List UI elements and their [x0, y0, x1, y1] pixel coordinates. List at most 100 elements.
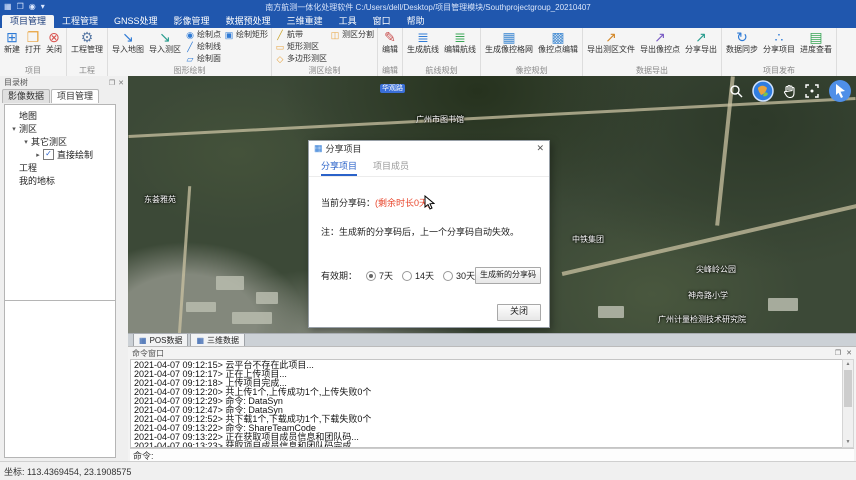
tree-item-my-landmarks[interactable]: 我的地标: [5, 174, 115, 187]
draw-rectangle-button[interactable]: ▣ 绘制矩形: [223, 29, 269, 41]
button-label: 数据同步: [726, 45, 758, 55]
close-panel-icon[interactable]: ✕: [118, 79, 124, 87]
export-gcp-button[interactable]: ↗ 导出像控点: [638, 29, 682, 55]
data-sync-icon: ↻: [736, 29, 748, 45]
scrollbar-thumb[interactable]: [844, 370, 852, 407]
flight-strip-button[interactable]: ╱ 航带: [274, 29, 328, 41]
sidebar-lower-panel: [4, 300, 116, 458]
generate-gcp-grid-button[interactable]: ▦ 生成像控格网: [483, 29, 535, 55]
command-input[interactable]: [154, 449, 851, 461]
share-project-button[interactable]: ∴ 分享项目: [761, 29, 797, 55]
progress-view-button[interactable]: ▤ 进度查看: [798, 29, 834, 55]
scroll-down-icon[interactable]: ▼: [843, 438, 853, 447]
tab-tools[interactable]: 工具: [331, 15, 365, 28]
tree-item-engineering[interactable]: 工程: [5, 161, 115, 174]
tree-item-label: 工程: [19, 161, 37, 174]
pan-hand-icon[interactable]: [783, 84, 796, 98]
scroll-up-icon[interactable]: ▲: [843, 360, 853, 369]
button-label: 生成像控格网: [485, 45, 533, 55]
tab-engineering-management[interactable]: 工程管理: [54, 15, 106, 28]
import-survey-area-button[interactable]: ↘ 导入测区: [147, 29, 183, 55]
tab-data-preprocessing[interactable]: 数据预处理: [218, 15, 279, 28]
generate-share-code-button[interactable]: 生成新的分享码: [475, 267, 541, 284]
data-sync-button[interactable]: ↻ 数据同步: [724, 29, 760, 55]
radio-label[interactable]: 14天: [415, 269, 434, 282]
edit-route-button[interactable]: ≣ 编辑航线: [442, 29, 478, 55]
dialog-tab-share-project[interactable]: 分享项目: [321, 159, 357, 176]
globe-icon[interactable]: [752, 80, 774, 102]
edit-route-icon: ≣: [454, 29, 466, 45]
float-panel-icon[interactable]: ❐: [835, 349, 841, 357]
draw-polygon-icon: ▱: [185, 53, 195, 65]
select-cursor-tool-icon[interactable]: [828, 79, 852, 103]
map-building: [768, 298, 798, 311]
chevron-right-icon[interactable]: ▸: [33, 151, 43, 159]
sidebar-tab-image-data[interactable]: 影像数据: [2, 89, 50, 103]
project-manage-icon: ⚙: [81, 29, 94, 45]
search-icon[interactable]: [729, 84, 743, 98]
command-window-title: 命令窗口: [132, 348, 164, 359]
survey-area-split-button[interactable]: ◫ 测区分割: [329, 29, 375, 41]
tab-window[interactable]: 窗口: [365, 15, 399, 28]
share-code-remaining: (剩余时长0天): [375, 198, 431, 208]
float-panel-icon[interactable]: ❐: [109, 79, 115, 87]
close-project-button[interactable]: ⊗ 关闭: [44, 29, 64, 55]
draw-polygon-button[interactable]: ▱ 绘制面: [184, 53, 222, 65]
tab-3d-reconstruction[interactable]: 三维重建: [279, 15, 331, 28]
polygon-survey-area-button[interactable]: ◇ 多边形测区: [274, 53, 328, 65]
generate-route-button[interactable]: ≣ 生成航线: [405, 29, 441, 55]
command-log: 2021-04-07 09:12:15> 云平台不存在此项目... 2021-0…: [130, 359, 843, 448]
export-survey-file-button[interactable]: ↗ 导出测区文件: [585, 29, 637, 55]
tree-item-label: 直接绘制: [57, 148, 93, 161]
button-label: 生成航线: [407, 45, 439, 55]
checkbox[interactable]: [43, 149, 54, 160]
rect-survey-area-button[interactable]: ▭ 矩形测区: [274, 41, 328, 53]
ribbon-toolbar: ⊞ 新建 ❐ 打开 ⊗ 关闭 项目 ⚙ 工程管理: [0, 28, 856, 77]
button-label: 绘制矩形: [236, 30, 268, 40]
tab-help[interactable]: 帮助: [399, 15, 433, 28]
dialog-tab-project-members[interactable]: 项目成员: [373, 159, 409, 176]
radio-14-days[interactable]: [402, 271, 412, 281]
tree-item-other-survey-area[interactable]: ▾ 其它测区: [17, 135, 115, 148]
project-manage-button[interactable]: ⚙ 工程管理: [69, 29, 105, 55]
close-icon[interactable]: ✕: [536, 143, 544, 154]
tree-item-direct-draw[interactable]: ▸ 直接绘制: [29, 148, 115, 161]
radio-label[interactable]: 7天: [379, 269, 393, 282]
log-scrollbar[interactable]: ▲ ▼: [842, 359, 854, 448]
dialog-titlebar[interactable]: ▦ 分享项目 ✕: [309, 141, 549, 156]
tab-gnss-processing[interactable]: GNSS处理: [106, 15, 166, 28]
map-building: [232, 312, 272, 324]
close-panel-icon[interactable]: ✕: [846, 349, 852, 357]
radio-7-days[interactable]: [366, 271, 376, 281]
chevron-down-icon[interactable]: ▾: [21, 138, 31, 146]
ribbon-tab-bar: 项目管理 工程管理 GNSS处理 影像管理 数据预处理 三维重建 工具 窗口 帮…: [0, 14, 856, 28]
gcp-edit-button[interactable]: ▩ 像控点编辑: [536, 29, 580, 55]
full-extent-icon[interactable]: [805, 84, 819, 98]
command-prompt-label: 命令:: [133, 449, 154, 462]
ribbon-group-label: 像控规划: [483, 65, 580, 76]
button-label: 多边形测区: [287, 54, 327, 64]
new-project-button[interactable]: ⊞ 新建: [2, 29, 22, 55]
button-label: 导入地图: [112, 45, 144, 55]
button-label: 绘制点: [197, 30, 221, 40]
export-gcp-icon: ↗: [654, 29, 666, 45]
tab-image-management[interactable]: 影像管理: [166, 15, 218, 28]
close-dialog-button[interactable]: 关闭: [497, 304, 541, 321]
tree-item-survey-area[interactable]: ▾ 测区: [5, 122, 115, 135]
radio-label[interactable]: 30天: [456, 269, 475, 282]
tree-item-map[interactable]: 地图: [5, 109, 115, 122]
map-viewport[interactable]: 华观路 广州市图书馆 东荟雅苑 中铁集团 尖峰岭公园 神舟路小学 广州计量检测技…: [128, 76, 856, 333]
import-map-button[interactable]: ↘ 导入地图: [110, 29, 146, 55]
radio-30-days[interactable]: [443, 271, 453, 281]
tab-project-management[interactable]: 项目管理: [2, 15, 54, 28]
edit-button[interactable]: ✎ 编辑: [380, 29, 400, 55]
current-share-code-row: 当前分享码：(剩余时长0天): [321, 196, 431, 209]
survey-area-split-icon: ◫: [330, 29, 340, 41]
share-export-button[interactable]: ↗ 分享导出: [683, 29, 719, 55]
sidebar-tab-project-management[interactable]: 项目管理: [51, 89, 99, 103]
draw-line-button[interactable]: ╱ 绘制线: [184, 41, 222, 53]
draw-point-button[interactable]: ◉ 绘制点: [184, 29, 222, 41]
draw-rectangle-icon: ▣: [224, 29, 234, 41]
open-project-button[interactable]: ❐ 打开: [23, 29, 43, 55]
chevron-down-icon[interactable]: ▾: [9, 125, 19, 133]
